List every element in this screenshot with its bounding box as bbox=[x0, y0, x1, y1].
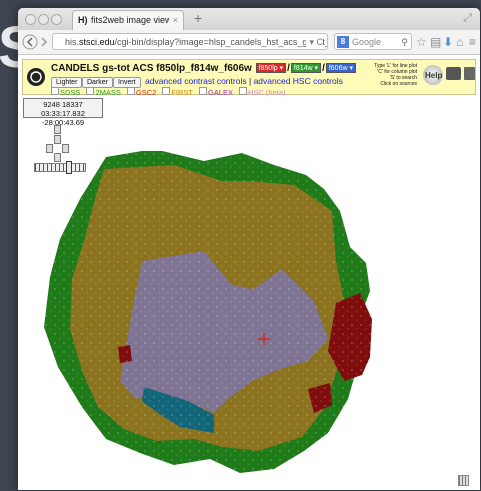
save-icon[interactable] bbox=[464, 67, 475, 80]
help-label: Help bbox=[425, 71, 443, 80]
checkbox[interactable] bbox=[198, 87, 207, 95]
coordinate-readout: 9248 18337 03:33:17.832 -28:00:43.69 bbox=[23, 98, 103, 127]
home-icon[interactable]: ⌂ bbox=[456, 35, 463, 49]
catalog-toggle-first[interactable]: FIRST bbox=[162, 87, 193, 97]
maximize-window-button[interactable] bbox=[51, 14, 62, 25]
browser-window: H) fits2web image viewer (C... × + ⤢ his… bbox=[18, 8, 480, 490]
search-box[interactable]: 8 Google ⚲ bbox=[334, 33, 412, 50]
viewer-title: CANDELS gs-tot ACS f850lp_f814w_f606w f8… bbox=[51, 63, 357, 74]
hint-line: Click on sources bbox=[380, 81, 417, 87]
minimize-window-button[interactable] bbox=[38, 14, 49, 25]
url-prefix: his. bbox=[65, 37, 80, 47]
navigation-bar: his.stsci.edu/cgi-bin/display?image=hlsp… bbox=[18, 30, 480, 55]
forward-arrow-icon bbox=[41, 37, 48, 47]
dataset-title: CANDELS gs-tot ACS f850lp_f814w_f606w bbox=[51, 63, 252, 74]
close-window-button[interactable] bbox=[25, 14, 36, 25]
viewer-header: CANDELS gs-tot ACS f850lp_f814w_f606w f8… bbox=[22, 59, 476, 97]
advanced-links: advanced contrast controls | advanced HS… bbox=[145, 76, 343, 86]
catalog-label: HSC (beta) bbox=[248, 88, 286, 97]
download-icon[interactable]: ⬇ bbox=[443, 35, 453, 49]
bookmark-star-icon[interactable]: ☆ bbox=[416, 35, 427, 49]
link-separator: | bbox=[248, 76, 252, 86]
catalog-label: SDSS bbox=[60, 88, 81, 97]
catalog-label: GSC2 bbox=[135, 88, 157, 97]
catalog-label: 2MASS bbox=[95, 88, 121, 97]
sky-image[interactable] bbox=[44, 149, 372, 473]
checkbox[interactable] bbox=[126, 87, 135, 95]
checkbox[interactable] bbox=[51, 87, 59, 95]
checkbox[interactable] bbox=[86, 87, 95, 95]
filter-red-select[interactable]: f850lp ▾ bbox=[255, 63, 287, 73]
tab-close-icon[interactable]: × bbox=[173, 11, 178, 29]
address-bar[interactable]: his.stsci.edu/cgi-bin/display?image=hlsp… bbox=[52, 33, 328, 50]
catalog-toggle-sdss[interactable]: SDSS bbox=[51, 87, 81, 97]
pan-up-button[interactable] bbox=[54, 125, 61, 134]
catalog-toggle-2mass[interactable]: 2MASS bbox=[86, 87, 121, 97]
checkbox[interactable] bbox=[239, 87, 247, 95]
reading-list-icon[interactable]: ▤ bbox=[430, 35, 441, 49]
tab-bar: H) fits2web image viewer (C... × + ⤢ bbox=[18, 8, 480, 30]
url-path: /cgi-bin/display?image=hlsp_candels_hst_… bbox=[114, 37, 327, 47]
url-host: stsci.edu bbox=[79, 37, 115, 47]
catalog-label: GALEX bbox=[207, 88, 233, 97]
catalog-overlays: SDSS 2MASS GSC2 FIRST GALEX HSC (beta) bbox=[51, 87, 292, 97]
printer-icon[interactable] bbox=[446, 67, 461, 80]
reload-icon[interactable]: ▾ C bbox=[306, 34, 323, 49]
fullscreen-icon[interactable]: ⤢ bbox=[463, 12, 472, 25]
back-button[interactable] bbox=[22, 34, 38, 50]
pan-up-small-button[interactable] bbox=[54, 135, 61, 144]
search-placeholder: Google bbox=[352, 37, 382, 47]
back-arrow-icon bbox=[22, 34, 38, 50]
pixel-position: 9248 18337 bbox=[43, 100, 83, 109]
menu-icon[interactable]: ≡ bbox=[469, 35, 476, 49]
star-field bbox=[44, 151, 372, 473]
search-engine-icon: 8 bbox=[337, 36, 349, 48]
advanced-contrast-link[interactable]: advanced contrast controls bbox=[145, 76, 247, 86]
catalog-toggle-hsc-beta-[interactable]: HSC (beta) bbox=[239, 87, 286, 97]
tab-favicon: H) bbox=[78, 15, 88, 25]
catalog-toggle-gsc2[interactable]: GSC2 bbox=[126, 87, 157, 97]
catalog-label: FIRST bbox=[171, 88, 193, 97]
advanced-hsc-link[interactable]: advanced HSC controls bbox=[254, 76, 343, 86]
catalog-toggle-galex[interactable]: GALEX bbox=[198, 87, 233, 97]
keyboard-hint: Type 'L' for line plot 'C' for column pl… bbox=[341, 63, 417, 87]
stsci-logo-icon bbox=[27, 68, 45, 86]
page-content: CANDELS gs-tot ACS f850lp_f814w_f606w f8… bbox=[18, 55, 480, 490]
checkbox[interactable] bbox=[162, 87, 171, 95]
sky-coordinates: 03:33:17.832 -28:00:43.69 bbox=[41, 109, 85, 127]
browser-tab[interactable]: H) fits2web image viewer (C... × bbox=[72, 10, 184, 30]
new-tab-button[interactable]: + bbox=[194, 10, 202, 26]
corner-grip-icon[interactable] bbox=[458, 475, 469, 486]
filter-green-select[interactable]: f814w ▾ bbox=[290, 63, 322, 73]
search-icon: ⚲ bbox=[401, 37, 408, 47]
forward-button[interactable] bbox=[37, 34, 51, 50]
tab-title: fits2web image viewer (C... bbox=[91, 15, 169, 25]
